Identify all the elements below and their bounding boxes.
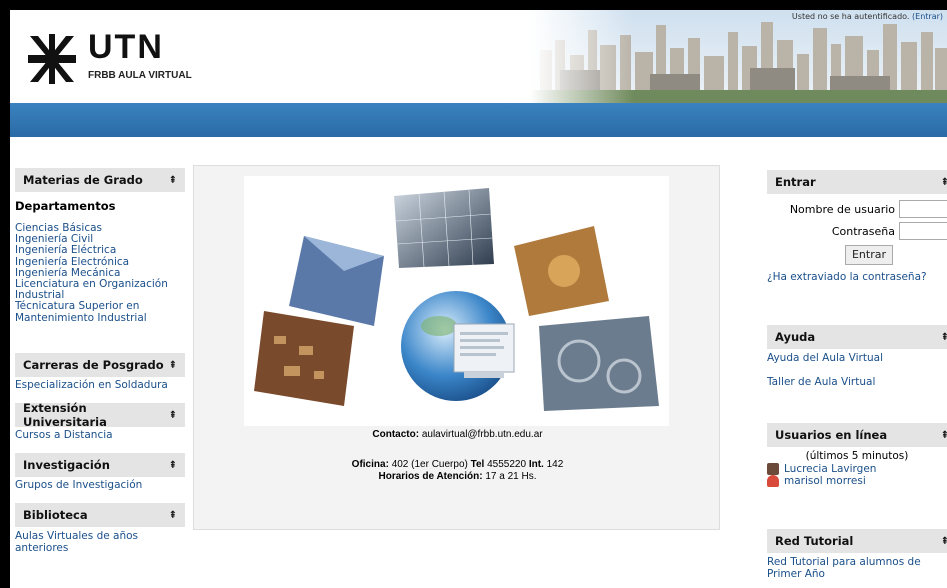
forgot-password-link[interactable]: ¿Ha extraviado la contraseña? [767, 271, 947, 283]
block-header[interactable]: Ayuda ⇞ [767, 325, 947, 349]
link-taller-aula[interactable]: Taller de Aula Virtual [767, 376, 947, 388]
city-skyline-banner [530, 10, 947, 103]
block-header[interactable]: Usuarios en línea ⇞ [767, 423, 947, 447]
hours-label: Horarios de Atención: [378, 471, 483, 482]
logo-title: UTN [88, 28, 164, 66]
block-header[interactable]: Materias de Grado ⇞ [15, 168, 185, 192]
collapse-arrow-icon[interactable]: ⇞ [941, 177, 947, 188]
office-line: Oficina: 402 (1er Cuerpo) Tel 4555220 In… [194, 459, 721, 470]
site-header: UTN FRBB AULA VIRTUAL Usted no se ha aut… [10, 10, 947, 103]
collapse-arrow-icon[interactable]: ⇞ [941, 430, 947, 441]
block-login: Entrar ⇞ Nombre de usuario Contraseña En… [767, 170, 947, 286]
block-header[interactable]: Extensión Universitaria ⇞ [15, 401, 185, 429]
hours-value: 17 a 21 Hs. [485, 471, 537, 482]
block-header[interactable]: Entrar ⇞ [767, 170, 947, 194]
password-row: Contraseña [767, 220, 947, 242]
user-name[interactable]: marisol morresi [784, 475, 866, 487]
link-red-tutorial[interactable]: Red Tutorial para alumnos de Primer Año [767, 556, 937, 580]
collapse-arrow-icon[interactable]: ⇞ [169, 460, 177, 471]
block-title: Ayuda [775, 330, 816, 344]
departamentos-heading: Departamentos [15, 199, 116, 213]
contact-email: aulavirtual@frbb.utn.edu.ar [421, 429, 543, 440]
block-title: Biblioteca [23, 508, 88, 522]
navigation-bar [10, 103, 947, 137]
online-user[interactable]: Lucrecia Lavirgen [767, 463, 947, 475]
collapse-arrow-icon[interactable]: ⇞ [941, 536, 947, 547]
user-avatar-icon [767, 475, 779, 487]
online-user[interactable]: marisol morresi [767, 475, 947, 487]
block-title: Materias de Grado [23, 173, 143, 187]
link-ayuda-aula[interactable]: Ayuda del Aula Virtual [767, 352, 947, 364]
collapse-arrow-icon[interactable]: ⇞ [941, 332, 947, 343]
collapse-arrow-icon[interactable]: ⇞ [169, 410, 177, 421]
page: UTN FRBB AULA VIRTUAL Usted no se ha aut… [10, 10, 947, 588]
utn-logo-icon [28, 34, 76, 84]
link-grupos-investigacion[interactable]: Grupos de Investigación [15, 479, 185, 491]
collapse-arrow-icon[interactable]: ⇞ [169, 510, 177, 521]
login-link[interactable]: (Entrar) [912, 12, 943, 21]
block-extension: Extensión Universitaria ⇞ Cursos a Dista… [15, 401, 185, 444]
contact-label: Contacto: [372, 429, 420, 440]
link-ingenieria-electrica[interactable]: Ingeniería Eléctrica [15, 245, 185, 256]
block-materias-grado: Materias de Grado ⇞ Departamentos Cienci… [15, 168, 185, 327]
user-name[interactable]: Lucrecia Lavirgen [784, 463, 876, 475]
link-cursos-distancia[interactable]: Cursos a Distancia [15, 429, 185, 441]
contact-line: Contacto: aulavirtual@frbb.utn.edu.ar [194, 429, 721, 440]
office-value: 402 (1er Cuerpo) [391, 459, 468, 470]
user-avatar-icon [767, 463, 779, 475]
hours-line: Horarios de Atención: 17 a 21 Hs. [194, 471, 721, 482]
main-content: Contacto: aulavirtual@frbb.utn.edu.ar Of… [193, 165, 720, 530]
block-title: Entrar [775, 175, 816, 189]
password-input[interactable] [899, 222, 947, 240]
collapse-arrow-icon[interactable]: ⇞ [169, 175, 177, 186]
collapse-arrow-icon[interactable]: ⇞ [169, 360, 177, 371]
block-red-tutorial: Red Tutorial ⇞ Red Tutorial para alumnos… [767, 529, 947, 583]
int-value: 142 [546, 459, 564, 470]
username-input[interactable] [899, 200, 947, 218]
block-header[interactable]: Red Tutorial ⇞ [767, 529, 947, 553]
block-header[interactable]: Biblioteca ⇞ [15, 503, 185, 527]
tech-photo-solar [394, 188, 494, 268]
block-ayuda: Ayuda ⇞ Ayuda del Aula Virtual Taller de… [767, 325, 947, 391]
block-header[interactable]: Carreras de Posgrado ⇞ [15, 353, 185, 377]
block-title: Usuarios en línea [775, 428, 888, 442]
login-button[interactable]: Entrar [845, 245, 893, 265]
link-aulas-anteriores[interactable]: Aulas Virtuales de años anteriores [15, 530, 165, 554]
logo-subtitle: FRBB AULA VIRTUAL [88, 70, 192, 81]
tel-label: Tel [470, 459, 485, 470]
int-label: Int. [528, 459, 544, 470]
usuarios-subtitle: (últimos 5 minutos) [805, 450, 909, 462]
block-title: Red Tutorial [775, 534, 854, 548]
block-title: Carreras de Posgrado [23, 358, 164, 372]
link-lic-organizacion-industrial[interactable]: Licenciatura en Organización Industrial [15, 278, 185, 301]
block-posgrado: Carreras de Posgrado ⇞ Especialización e… [15, 353, 185, 394]
block-usuarios-en-linea: Usuarios en línea ⇞ (últimos 5 minutos) … [767, 423, 947, 490]
login-status: Usted no se ha autentificado. (Entrar) [792, 12, 943, 21]
office-label: Oficina: [351, 459, 389, 470]
site-logo[interactable]: UTN FRBB AULA VIRTUAL [28, 28, 208, 90]
block-header[interactable]: Investigación ⇞ [15, 453, 185, 477]
login-status-text: Usted no se ha autentificado. [791, 12, 910, 21]
block-investigacion: Investigación ⇞ Grupos de Investigación [15, 453, 185, 494]
password-label: Contraseña [831, 224, 895, 238]
block-biblioteca: Biblioteca ⇞ Aulas Virtuales de años ant… [15, 503, 185, 557]
block-title: Extensión Universitaria [23, 401, 107, 429]
block-title: Investigación [23, 458, 110, 472]
username-row: Nombre de usuario [767, 198, 947, 220]
link-tec-mantenimiento[interactable]: Técnicatura Superior en Mantenimiento In… [15, 301, 185, 324]
tel-value: 4555220 [487, 459, 527, 470]
username-label: Nombre de usuario [789, 202, 895, 216]
hero-image [244, 176, 669, 426]
link-especializacion-soldadura[interactable]: Especialización en Soldadura [15, 379, 185, 391]
